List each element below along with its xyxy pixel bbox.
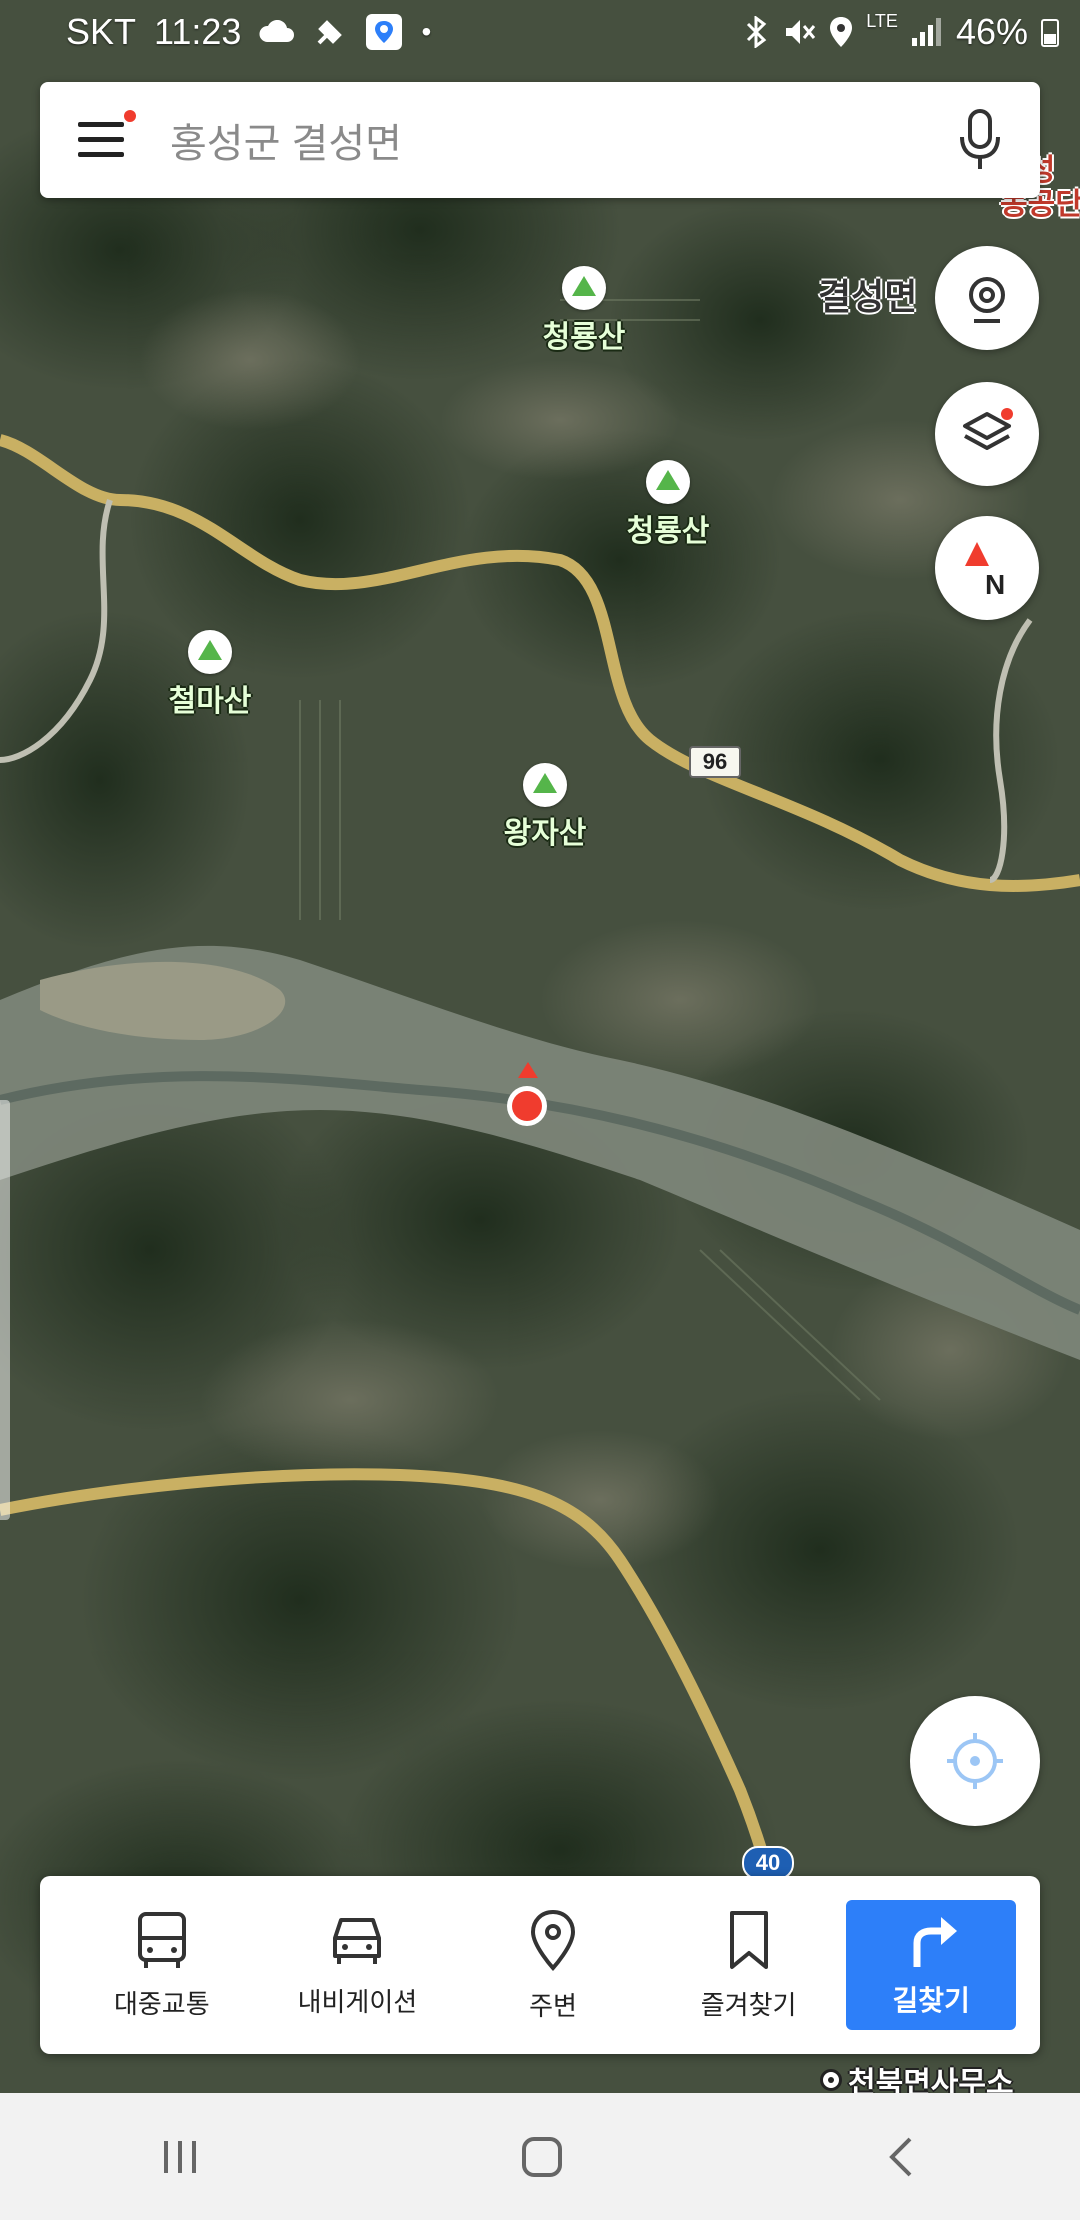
peak-label[interactable]: 왕자산 — [504, 808, 587, 852]
status-bar: SKT 11:23 • LTE 46% — [0, 0, 1080, 64]
mountain-peak-icon[interactable] — [646, 460, 690, 504]
current-location-marker — [507, 1062, 547, 1126]
clock-text: 11:23 — [154, 11, 242, 52]
route-shield-40: 40 — [742, 1846, 794, 1880]
location-pin-icon — [530, 1909, 575, 1971]
nav-nearby-button[interactable]: 주변 — [455, 1890, 651, 2040]
directions-label: 길찾기 — [892, 1985, 970, 2016]
mountain-peak-icon[interactable] — [188, 630, 232, 674]
back-icon[interactable] — [882, 2133, 922, 2181]
mute-icon — [786, 20, 816, 44]
compass-north-icon: N — [965, 542, 1005, 598]
naver-map-app-icon — [366, 14, 403, 50]
nav-favorites-button[interactable]: 즐겨찾기 — [651, 1890, 847, 2040]
recent-apps-icon[interactable] — [158, 2137, 202, 2177]
nav-favorites-label: 즐겨찾기 — [700, 1989, 797, 2020]
route-shield-96: 96 — [689, 746, 741, 778]
svg-text:N: N — [985, 569, 1005, 598]
search-bar[interactable]: 홍성군 결성면 — [40, 82, 1040, 198]
bottom-nav-panel: 대중교통 내비게이션 주변 즐겨찾기 길찾기 — [40, 1876, 1040, 2054]
side-drawer-handle[interactable] — [0, 1100, 10, 1520]
microphone-icon[interactable] — [950, 105, 1010, 175]
peak-label[interactable]: 철마산 — [169, 676, 252, 720]
area-label[interactable]: 결성면 — [818, 268, 917, 320]
more-notifications-dot: • — [421, 16, 432, 47]
nav-nearby-label: 주변 — [529, 1990, 577, 2021]
peak-label[interactable]: 청룡산 — [627, 506, 710, 550]
nav-navigation-label: 내비게이션 — [297, 1986, 418, 2017]
mountain-peak-icon[interactable] — [523, 763, 567, 807]
turn-right-arrow-icon — [913, 1917, 958, 1967]
home-icon[interactable] — [518, 2133, 566, 2181]
system-nav-bar — [0, 2093, 1080, 2220]
location-icon — [830, 17, 853, 47]
street-view-icon — [969, 277, 1005, 323]
layers-icon — [963, 408, 1013, 450]
poi-icon — [820, 2069, 842, 2091]
mountain-peak-icon[interactable] — [562, 266, 606, 310]
peak-label[interactable]: 청룡산 — [543, 312, 626, 356]
compass-button[interactable]: N — [935, 516, 1039, 620]
crosshair-icon — [947, 1733, 1003, 1789]
layers-button[interactable] — [935, 382, 1039, 486]
battery-text: 46% — [955, 11, 1028, 52]
bookmark-icon — [729, 1910, 768, 1969]
carrier-text: SKT — [66, 11, 137, 52]
network-type-text: LTE — [866, 11, 898, 31]
car-icon — [333, 1917, 382, 1964]
bus-icon — [137, 1911, 186, 1968]
nav-transit-label: 대중교통 — [113, 1988, 210, 2019]
bluetooth-icon — [747, 16, 767, 48]
search-input[interactable]: 홍성군 결성면 — [170, 111, 950, 169]
satellite-icon — [318, 20, 343, 45]
cloud-icon — [259, 20, 295, 42]
signal-icon — [911, 18, 941, 46]
directions-button[interactable]: 길찾기 — [846, 1900, 1017, 2030]
nav-transit-button[interactable]: 대중교통 — [64, 1890, 260, 2040]
street-view-button[interactable] — [935, 246, 1039, 350]
battery-icon — [1041, 19, 1059, 47]
current-location-button[interactable] — [910, 1696, 1040, 1826]
menu-icon[interactable] — [78, 110, 136, 160]
notification-dot — [124, 110, 136, 122]
nav-navigation-button[interactable]: 내비게이션 — [260, 1890, 456, 2040]
